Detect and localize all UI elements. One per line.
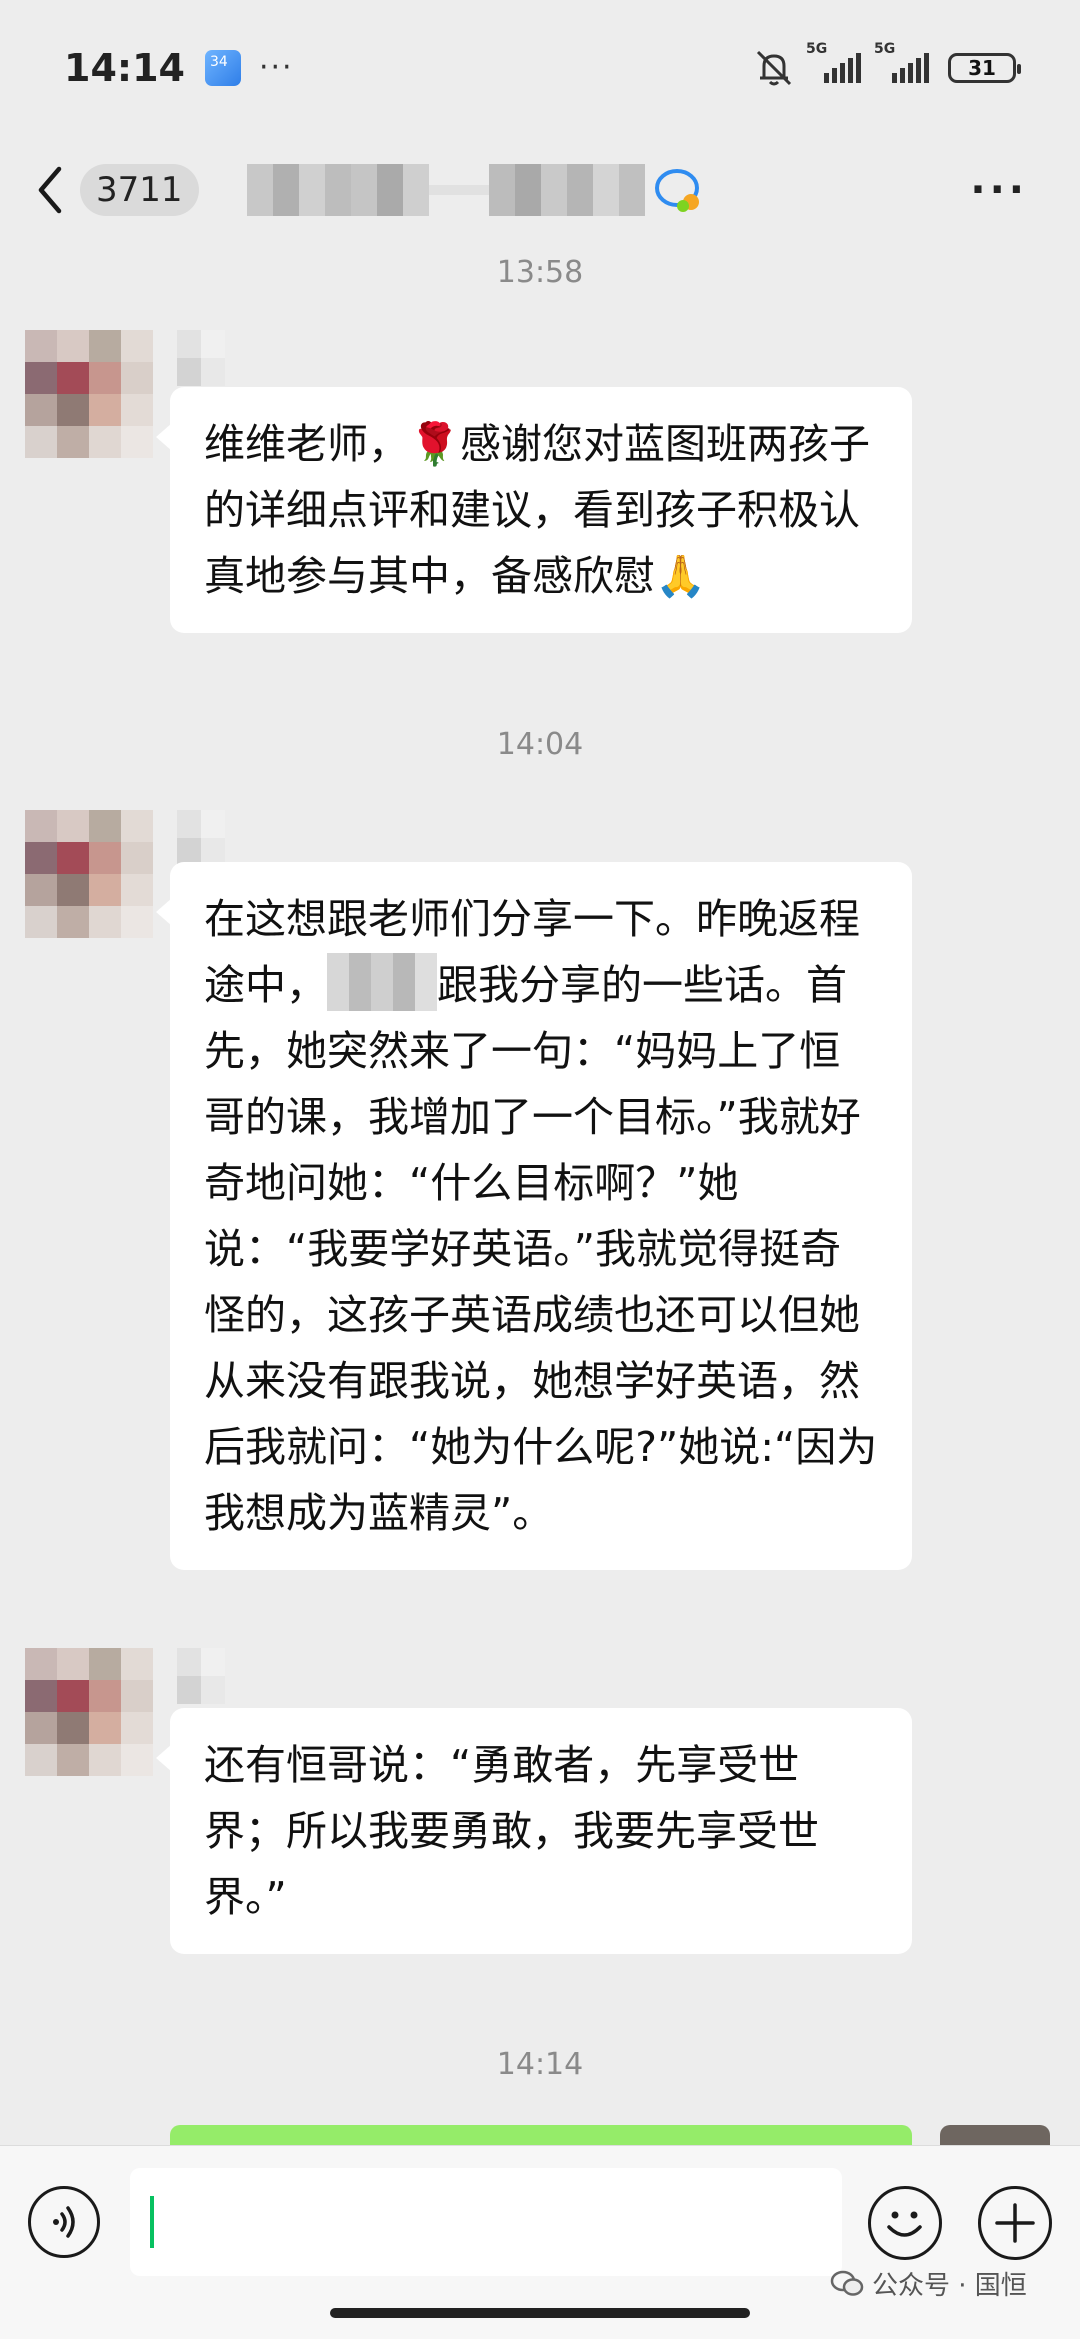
- avatar[interactable]: [25, 1648, 153, 1776]
- message-text: 维维老师，🌹感谢您对蓝图班两孩子的详细点评和建议，看到孩子积极认真地参与其中，备…: [204, 420, 871, 600]
- home-indicator[interactable]: [330, 2308, 750, 2318]
- status-icons: 5G 5G 31: [752, 41, 1021, 88]
- plus-icon[interactable]: [978, 2186, 1052, 2260]
- chat-messages: 13:58 维维老师，🌹感谢您对蓝图班两孩子的详细点评和建议，看到孩子积极认真地…: [0, 245, 1080, 2145]
- more-options-icon[interactable]: ···: [970, 167, 1028, 213]
- redacted-name: [327, 953, 437, 1011]
- voice-input-icon[interactable]: [28, 2186, 100, 2258]
- unread-count-badge[interactable]: 3711: [80, 164, 199, 216]
- message-bubble[interactable]: 在这想跟老师们分享一下。昨晚返程途中， 跟我分享的一些话。首先，她突然来了一句：“…: [156, 862, 912, 1570]
- more-notifications-icon: ···: [258, 50, 294, 85]
- battery-icon: 31: [948, 52, 1021, 83]
- weather-icon: 34: [204, 49, 241, 86]
- group-chat-icon: [654, 169, 699, 212]
- avatar[interactable]: [25, 810, 153, 938]
- chat-title-redacted: [246, 164, 645, 216]
- sent-message-bubble[interactable]: [170, 2125, 912, 2145]
- sender-name-redacted: [177, 810, 225, 866]
- message-bubble[interactable]: 维维老师，🌹感谢您对蓝图班两孩子的详细点评和建议，看到孩子积极认真地参与其中，备…: [156, 387, 912, 633]
- signal-icon-1: 5G: [806, 41, 864, 83]
- watermark: 公众号 · 国恒: [830, 2265, 1027, 2302]
- message-text: 跟我分享的一些话。首先，她突然来了一句：“妈妈上了恒哥的课，我增加了一个目标。”…: [204, 961, 878, 1537]
- message-text: 还有恒哥说：“勇敢者，先享受世界；所以我要勇敢，我要先享受世界。”: [204, 1741, 819, 1921]
- text-cursor: [150, 2196, 154, 2248]
- emoji-icon[interactable]: [868, 2186, 942, 2260]
- watermark-text: 公众号 · 国恒: [872, 2271, 1027, 2301]
- status-time: 14:14: [64, 45, 185, 90]
- message-input[interactable]: [130, 2168, 842, 2276]
- chat-header: 3711 ···: [0, 135, 1080, 245]
- wechat-logo-icon: [830, 2270, 864, 2296]
- sender-name-redacted: [177, 330, 225, 386]
- timestamp: 13:58: [496, 255, 584, 290]
- sender-name-redacted: [177, 1648, 225, 1704]
- mute-icon: [756, 50, 792, 85]
- own-avatar[interactable]: [940, 2125, 1050, 2145]
- message-bubble[interactable]: 还有恒哥说：“勇敢者，先享受世界；所以我要勇敢，我要先享受世界。”: [156, 1708, 912, 1954]
- timestamp: 14:04: [496, 727, 584, 762]
- back-arrow-icon[interactable]: [30, 160, 70, 220]
- timestamp: 14:14: [496, 2047, 584, 2082]
- status-bar: 14:14 34 ··· 5G 5G 31: [0, 0, 1080, 135]
- signal-icon-2: 5G: [874, 41, 932, 83]
- avatar[interactable]: [25, 330, 153, 458]
